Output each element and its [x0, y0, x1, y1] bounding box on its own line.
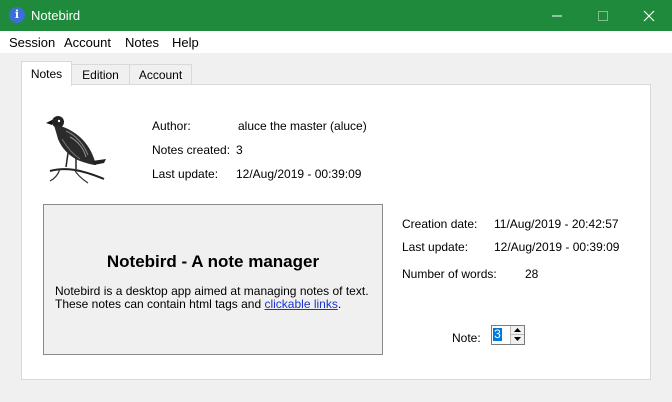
- clickable-link[interactable]: clickable links: [264, 297, 337, 311]
- note-last-update-value: 12/Aug/2019 - 00:39:09: [494, 240, 620, 254]
- window-title: Notebird: [31, 8, 81, 23]
- note-body-line-2-text: These notes can contain html tags and: [55, 297, 265, 311]
- note-body-line-2: These notes can contain html tags and cl…: [55, 298, 369, 311]
- notes-created-value: 3: [236, 143, 243, 157]
- profile-last-update-label: Last update:: [152, 167, 219, 181]
- notes-created-label: Notes created:: [152, 143, 231, 157]
- profile-last-update-value: 12/Aug/2019 - 00:39:09: [236, 167, 362, 181]
- word-count-label: Number of words:: [402, 267, 497, 281]
- chevron-up-icon: [514, 328, 521, 332]
- menu-notes[interactable]: Notes: [125, 35, 159, 50]
- tab-notes[interactable]: Notes: [21, 61, 72, 86]
- word-count-value: 28: [525, 267, 539, 281]
- note-last-update-label: Last update:: [402, 240, 469, 254]
- chevron-down-icon: [514, 337, 521, 341]
- note-body: Notebird is a desktop app aimed at manag…: [55, 285, 369, 311]
- menu-session[interactable]: Session: [9, 35, 55, 50]
- notes-panel: Author: aluce the master (aluce) Notes c…: [21, 84, 651, 380]
- title-bar: i Notebird: [0, 0, 672, 31]
- spinner-up-button[interactable]: [511, 326, 524, 335]
- spinner-down-button[interactable]: [511, 335, 524, 344]
- menu-help[interactable]: Help: [172, 35, 199, 50]
- tab-edition[interactable]: Edition: [71, 64, 130, 85]
- maximize-icon: [598, 11, 608, 21]
- bird-icon: [46, 116, 106, 184]
- note-selector-value[interactable]: 3: [493, 328, 502, 341]
- close-button[interactable]: [626, 0, 672, 31]
- author-value: aluce the master (aluce): [238, 119, 367, 133]
- note-title: Notebird - A note manager: [106, 252, 320, 271]
- creation-date-value: 11/Aug/2019 - 20:42:57: [494, 217, 619, 231]
- note-selector-spinner[interactable]: 3: [491, 325, 525, 345]
- minimize-button[interactable]: [534, 0, 580, 31]
- spinner-buttons: [510, 326, 524, 344]
- tab-account[interactable]: Account: [129, 64, 192, 85]
- close-icon: [643, 10, 655, 22]
- author-label: Author:: [152, 119, 191, 133]
- menu-bar: Session Account Notes Help: [0, 31, 672, 53]
- note-description-box: Notebird - A note manager Notebird is a …: [43, 204, 383, 355]
- info-icon: i: [9, 7, 25, 23]
- note-body-line-2-end: .: [337, 297, 342, 311]
- minimize-icon: [552, 15, 562, 17]
- maximize-button[interactable]: [580, 0, 626, 31]
- creation-date-label: Creation date:: [402, 217, 478, 231]
- menu-account[interactable]: Account: [64, 35, 111, 50]
- note-selector-label: Note:: [452, 331, 481, 345]
